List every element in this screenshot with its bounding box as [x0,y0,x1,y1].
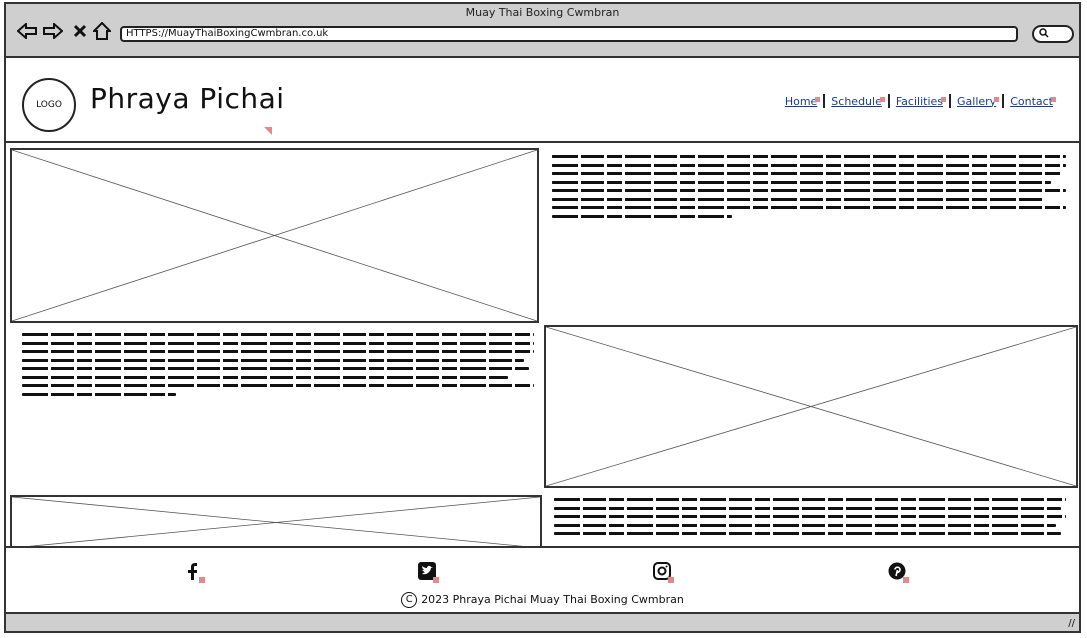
main-nav: Home Schedule Facilities Gallery Contact [779,94,1059,108]
pinterest-icon[interactable] [887,561,909,583]
image-placeholder [10,495,542,546]
back-icon[interactable] [16,20,38,42]
nav-home[interactable]: Home [779,95,823,108]
nav-facilities[interactable]: Facilities [890,95,949,108]
forward-icon[interactable] [42,20,64,42]
copyright-text: 2023 Phraya Pichai Muay Thai Boxing Cwmb… [421,593,684,606]
facebook-icon[interactable] [183,561,205,583]
logo[interactable]: LOGO [22,78,76,132]
window-title: Muay Thai Boxing Cwmbran [465,6,620,19]
text-block [552,155,1066,218]
main-content [6,143,1079,548]
nav-gallery[interactable]: Gallery [951,95,1002,108]
image-placeholder [544,325,1078,488]
address-bar[interactable]: HTTPS://MuayThaiBoxingCwmbran.co.uk [120,26,1018,42]
site-footer: C 2023 Phraya Pichai Muay Thai Boxing Cwm… [6,548,1079,612]
status-bar: // [6,612,1079,631]
close-icon[interactable] [69,20,91,42]
marker-icon [199,577,205,583]
instagram-icon[interactable] [652,561,674,583]
site-header: LOGO Phraya Pichai Home Schedule Facilit… [6,58,1079,143]
copyright: C 2023 Phraya Pichai Muay Thai Boxing Cwm… [6,592,1079,608]
home-icon[interactable] [91,20,113,42]
nav-schedule[interactable]: Schedule [825,95,888,108]
browser-window: Muay Thai Boxing Cwmbran HTTPS://MuayTha… [4,2,1081,633]
search-icon [1039,28,1049,41]
search-box[interactable] [1032,25,1074,43]
resize-grip-icon[interactable]: // [1068,618,1075,629]
text-block [22,333,534,396]
twitter-icon[interactable] [417,561,439,583]
site-title: Phraya Pichai [90,82,285,115]
nav-contact[interactable]: Contact [1004,95,1059,108]
marker-icon [668,577,674,583]
text-block [554,498,1066,535]
marker-icon [903,577,909,583]
cursor-marker-icon [264,120,272,135]
marker-icon [433,577,439,583]
browser-chrome: Muay Thai Boxing Cwmbran HTTPS://MuayTha… [6,4,1079,58]
image-placeholder [10,148,539,323]
copyright-icon: C [401,592,418,608]
